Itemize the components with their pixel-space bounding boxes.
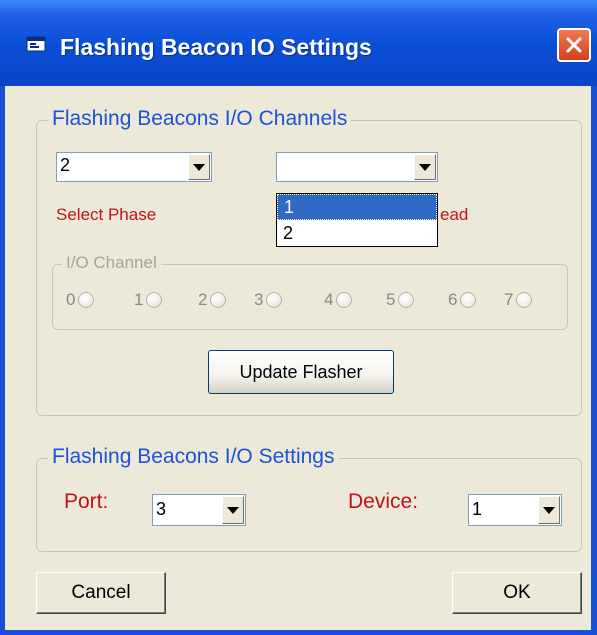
io-channel-radio-group: 0 1 2 3 4 5 6 7	[66, 290, 556, 314]
device-combobox[interactable]: 1	[468, 494, 562, 526]
channels-group-legend: Flashing Beacons I/O Channels	[48, 107, 352, 131]
second-combobox[interactable]	[276, 152, 438, 182]
radio-label: 2	[198, 290, 208, 309]
phase-dropdown-arrow[interactable]	[188, 154, 210, 180]
radio-button-icon[interactable]	[146, 292, 163, 308]
channel-7-radio[interactable]: 7	[504, 290, 533, 310]
radio-button-icon[interactable]	[78, 292, 95, 308]
channel-2-radio[interactable]: 2	[198, 290, 227, 310]
chevron-down-icon	[227, 506, 239, 514]
dialog-window: Flashing Beacon IO Settings Flashing Bea…	[0, 0, 597, 635]
radio-button-icon[interactable]	[336, 292, 353, 308]
chevron-down-icon	[419, 163, 431, 171]
chevron-down-icon	[193, 163, 205, 171]
radio-label: 4	[324, 290, 334, 309]
device-dropdown-arrow[interactable]	[538, 496, 560, 524]
channel-3-radio[interactable]: 3	[254, 290, 283, 310]
radio-label: 5	[386, 290, 396, 309]
close-x-icon	[566, 37, 582, 53]
phase-combobox-value: 2	[60, 155, 71, 175]
radio-button-icon[interactable]	[516, 292, 533, 308]
window-app-icon	[26, 36, 46, 52]
radio-button-icon[interactable]	[210, 292, 227, 308]
channel-6-radio[interactable]: 6	[448, 290, 477, 310]
io-channel-legend: I/O Channel	[62, 253, 161, 273]
dropdown-option-selected[interactable]: 1	[277, 194, 437, 220]
radio-label: 0	[66, 290, 76, 309]
select-phase-label: Select Phase	[56, 205, 157, 224]
dropdown-list: 1 2	[276, 193, 438, 247]
obscured-label: ead	[440, 205, 469, 224]
radio-button-icon[interactable]	[460, 292, 477, 308]
dropdown-option[interactable]: 2	[277, 220, 437, 246]
settings-group-legend: Flashing Beacons I/O Settings	[48, 445, 339, 469]
radio-button-icon[interactable]	[266, 292, 283, 308]
channel-4-radio[interactable]: 4	[324, 290, 353, 310]
close-button[interactable]	[557, 28, 591, 62]
phase-combobox[interactable]: 2	[56, 152, 212, 182]
radio-label: 1	[134, 290, 144, 309]
channel-5-radio[interactable]: 5	[386, 290, 415, 310]
radio-label: 3	[254, 290, 264, 309]
cancel-button[interactable]: Cancel	[36, 572, 166, 614]
port-dropdown-arrow[interactable]	[222, 496, 244, 524]
port-combobox-value: 3	[156, 499, 167, 519]
radio-label: 6	[448, 290, 458, 309]
update-flasher-button[interactable]: Update Flasher	[208, 350, 394, 394]
device-combobox-value: 1	[472, 499, 483, 519]
port-combobox[interactable]: 3	[152, 494, 246, 526]
ok-button[interactable]: OK	[452, 572, 582, 614]
window-title: Flashing Beacon IO Settings	[60, 34, 372, 60]
port-label: Port:	[64, 490, 109, 513]
second-dropdown-arrow[interactable]	[414, 154, 436, 180]
radio-label: 7	[504, 290, 514, 309]
chevron-down-icon	[543, 506, 555, 514]
radio-button-icon[interactable]	[398, 292, 415, 308]
channel-0-radio[interactable]: 0	[66, 290, 95, 310]
device-label: Device:	[348, 490, 419, 513]
channel-1-radio[interactable]: 1	[134, 290, 163, 310]
title-bar[interactable]: Flashing Beacon IO Settings	[0, 0, 597, 86]
